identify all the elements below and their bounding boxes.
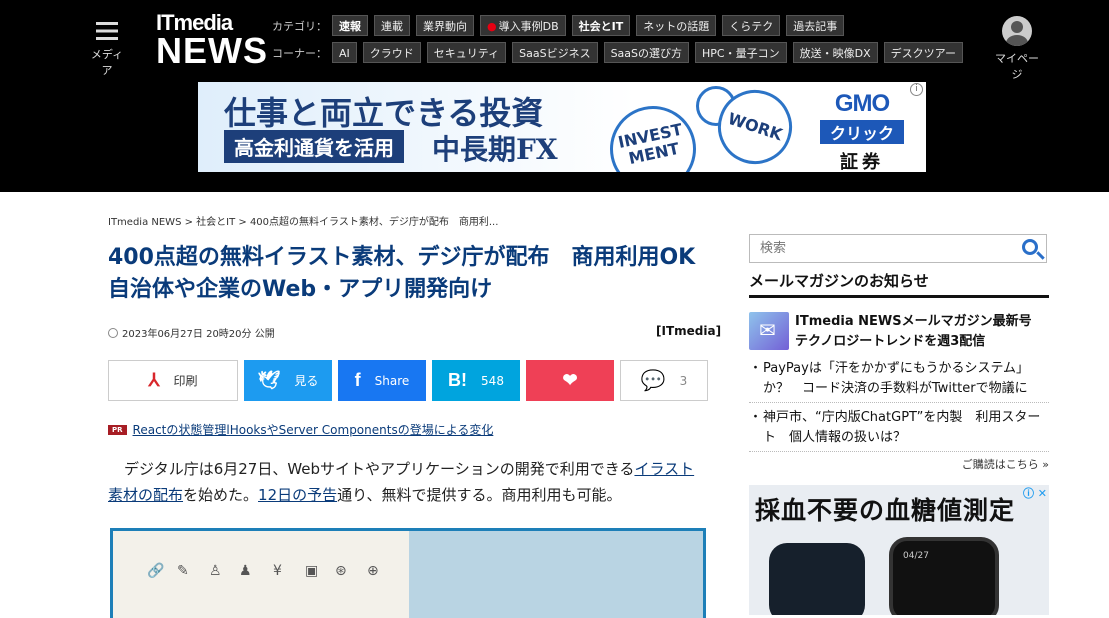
yen-icon: ¥ bbox=[273, 563, 282, 579]
ad-info-icon[interactable]: i bbox=[910, 83, 923, 96]
logo-bottom: NEWS bbox=[156, 30, 268, 71]
corner-tag-ai[interactable]: AI bbox=[332, 42, 357, 63]
list-item[interactable]: 神戸市、“庁内版ChatGPT”を内製 利用スタート 個人情報の扱いは？ bbox=[749, 407, 1049, 452]
category-tag-industry[interactable]: 業界動向 bbox=[416, 15, 474, 36]
corner-nav: コーナー： AI クラウド セキュリティ SaaSビジネス SaaSの選び方 H… bbox=[272, 42, 969, 63]
category-tag-breaking[interactable]: 速報 bbox=[332, 15, 368, 36]
newsletter-latest[interactable]: ITmedia NEWSメールマガジン最新号 テクノロジートレンドを週3配信 bbox=[749, 312, 1049, 352]
category-tag-casestudy[interactable]: ● 導入事例DB bbox=[480, 15, 566, 36]
subscribe-link[interactable]: ご購読はこちら » bbox=[749, 456, 1049, 472]
ad-brand-bottom: 証券 bbox=[840, 152, 884, 172]
list-item[interactable]: PayPayは「汗をかかずにもうかるシステム」か？ コード決済の手数料がTwit… bbox=[749, 358, 1049, 403]
corner-tag-saas-choice[interactable]: SaaSの選び方 bbox=[603, 42, 690, 63]
share-bar: ⅄ 印刷 🕊 見る f Share B! 548 ❤ 💬 3 bbox=[108, 360, 714, 401]
ad-subline: 高金利通貨を活用 bbox=[224, 130, 404, 163]
mypage-label: マイページ bbox=[995, 52, 1039, 81]
hatena-count: 548 bbox=[481, 373, 504, 388]
smartwatch-image: 04/27 bbox=[889, 537, 999, 615]
site-header: メディア ITmedia NEWS カテゴリ： 速報 連載 業界動向 ● 導入事例… bbox=[0, 0, 1109, 192]
media-menu-button[interactable]: メディア bbox=[86, 22, 128, 78]
pr-badge: PR bbox=[108, 425, 127, 435]
category-label: カテゴリ： bbox=[272, 19, 327, 33]
mypage-button[interactable]: マイページ bbox=[990, 16, 1044, 82]
newsletter-list: PayPayは「汗をかかずにもうかるシステム」か？ コード決済の手数料がTwit… bbox=[749, 358, 1049, 456]
pocket-icon: ❤ bbox=[562, 370, 578, 390]
category-tag-archive[interactable]: 過去記事 bbox=[786, 15, 845, 36]
ad-brand-logo: GMO クリック 証券 bbox=[814, 90, 910, 172]
twitter-icon: 🕊 bbox=[257, 370, 281, 390]
print-label: 印刷 bbox=[173, 374, 198, 388]
ad-close-icon[interactable]: ⓘ ✕ bbox=[1023, 485, 1047, 501]
corner-tag-desktour[interactable]: デスクツアー bbox=[883, 42, 963, 63]
body-text-3: 通り、無料で提供する。商用利用も可能。 bbox=[337, 486, 622, 504]
ad-fx: 中長期FX bbox=[432, 133, 558, 166]
banner-ad[interactable]: 仕事と両立できる投資 高金利通貨を活用 中長期FX INVEST MENT WO… bbox=[198, 82, 926, 172]
newsletter-heading: メールマガジンのお知らせ bbox=[749, 270, 1049, 298]
twitter-button[interactable]: 🕊 見る bbox=[244, 360, 332, 401]
user-avatar-icon bbox=[1002, 16, 1032, 46]
ad-brand-mid: クリック bbox=[820, 120, 904, 144]
category-tag-series[interactable]: 連載 bbox=[374, 15, 410, 36]
red-dot-icon: ● bbox=[487, 20, 497, 33]
corner-tag-hpc[interactable]: HPC・量子コン bbox=[695, 42, 787, 63]
smartwatch-image bbox=[769, 543, 865, 615]
pr-link[interactable]: PR Reactの状態管理lHooksやServer Componentsの登場に… bbox=[108, 421, 493, 438]
ad-circle-investment: INVEST MENT bbox=[601, 97, 705, 172]
facebook-label: Share bbox=[374, 373, 410, 388]
comment-icon: 💬 bbox=[640, 370, 666, 392]
comment-button[interactable]: 💬 3 bbox=[620, 360, 708, 401]
twitter-label: 見る bbox=[294, 374, 319, 388]
sidebar-ad[interactable]: 採血不要の血糖値測定 ⓘ ✕ 04/27 bbox=[749, 485, 1049, 615]
category-tag-net[interactable]: ネットの話題 bbox=[636, 15, 717, 36]
money-icon: ⊕ bbox=[367, 563, 379, 579]
print-button[interactable]: ⅄ 印刷 bbox=[108, 360, 238, 401]
window-icon: ▣ bbox=[305, 563, 319, 579]
body-text-1: デジタル庁は6月27日、Webサイトやアプリケーションの開発で利用できる bbox=[124, 460, 635, 478]
publish-date-text: 2023年06月27日 20時20分 公開 bbox=[122, 329, 275, 340]
category-tag-casestudy-label: 導入事例DB bbox=[498, 20, 559, 33]
comment-count: 3 bbox=[679, 373, 688, 388]
ad-brand-top: GMO bbox=[834, 90, 890, 117]
pdf-icon: ⅄ bbox=[148, 370, 160, 390]
search-icon[interactable] bbox=[1022, 239, 1038, 255]
hamburger-icon bbox=[96, 22, 118, 40]
preannouncement-link[interactable]: 12日の予告 bbox=[258, 486, 337, 504]
publish-date: 2023年06月27日 20時20分 公開 bbox=[108, 325, 275, 340]
pen-icon: ✎ bbox=[177, 563, 189, 579]
newsletter-latest-text: ITmedia NEWSメールマガジン最新号 テクノロジートレンドを週3配信 bbox=[795, 314, 1032, 349]
body-text-2: を始めた。 bbox=[183, 486, 259, 504]
category-tag-society[interactable]: 社会とIT bbox=[571, 15, 631, 36]
search-input[interactable] bbox=[750, 235, 1000, 262]
category-tag-kuratech[interactable]: くらテク bbox=[722, 15, 781, 36]
hatena-icon: B! bbox=[448, 370, 468, 390]
corner-tag-saas-business[interactable]: SaaSビジネス bbox=[512, 42, 598, 63]
corner-tag-security[interactable]: セキュリティ bbox=[426, 42, 507, 63]
person-lock-icon: ♟ bbox=[239, 563, 252, 579]
pr-link-text: Reactの状態管理lHooksやServer Componentsの登場による… bbox=[132, 423, 494, 437]
link-icon: 🔗 bbox=[147, 563, 165, 579]
article-figure[interactable]: 🔗 ✎ ♙ ♟ ¥ ▣ ⊛ ⊕ bbox=[110, 528, 706, 618]
sidebar-ad-headline: 採血不要の血糖値測定 bbox=[755, 496, 1016, 525]
media-menu-label: メディア bbox=[90, 48, 124, 77]
mail-icon bbox=[749, 312, 789, 350]
corner-tag-cloud[interactable]: クラウド bbox=[362, 42, 421, 63]
article-title: 400点超の無料イラスト素材、デジ庁が配布 商用利用OK 自治体や企業のWeb・… bbox=[108, 245, 718, 302]
person-icon: ♙ bbox=[209, 563, 222, 579]
article-body-paragraph: デジタル庁は6月27日、Webサイトやアプリケーションの開発で利用できるイラスト… bbox=[108, 456, 708, 508]
tax-icon: ⊛ bbox=[335, 563, 347, 579]
breadcrumb[interactable]: ITmedia NEWS > 社会とIT > 400点超の無料イラスト素材、デジ… bbox=[108, 213, 498, 228]
icon-sheet: 🔗 ✎ ♙ ♟ ¥ ▣ ⊛ ⊕ bbox=[113, 531, 409, 618]
pocket-button[interactable]: ❤ bbox=[526, 360, 614, 401]
site-logo[interactable]: ITmedia NEWS bbox=[156, 12, 268, 69]
facebook-icon: f bbox=[354, 370, 361, 390]
site-search bbox=[749, 234, 1047, 263]
category-nav: カテゴリ： 速報 連載 業界動向 ● 導入事例DB 社会とIT ネットの話題 くら… bbox=[272, 15, 850, 36]
corner-label: コーナー： bbox=[272, 46, 327, 60]
article-source[interactable]: [ITmedia] bbox=[656, 324, 721, 338]
facebook-share-button[interactable]: f Share bbox=[338, 360, 426, 401]
hatena-bookmark-button[interactable]: B! 548 bbox=[432, 360, 520, 401]
watch-screen-text: 04/27 bbox=[903, 551, 929, 561]
clock-icon bbox=[108, 328, 118, 338]
corner-tag-broadcast[interactable]: 放送・映像DX bbox=[792, 42, 878, 63]
